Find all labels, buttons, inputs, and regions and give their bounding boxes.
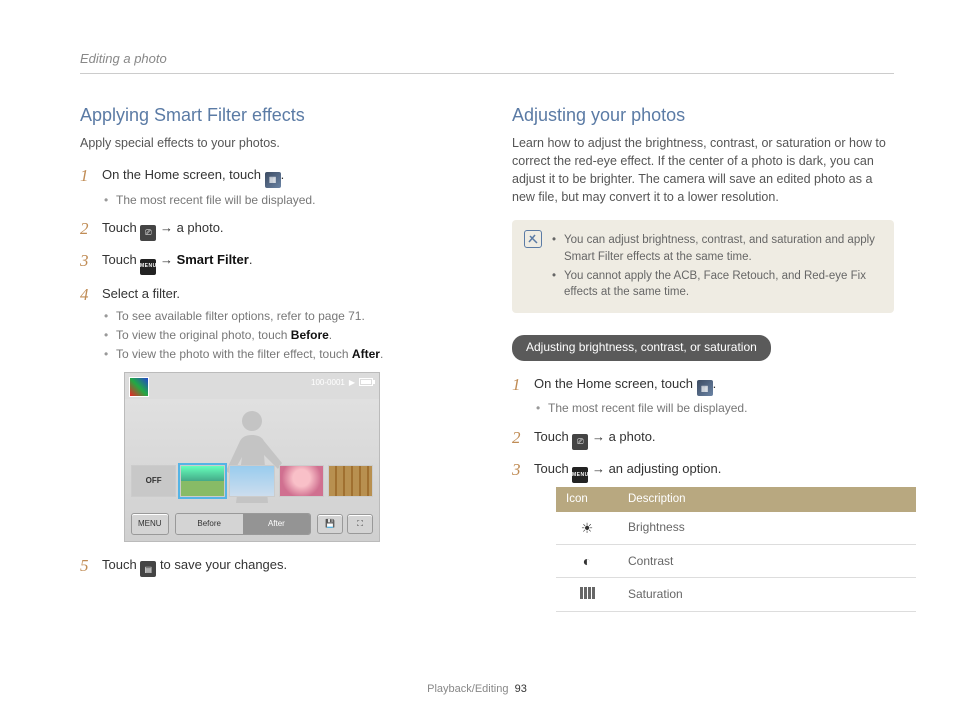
thumb-selected[interactable] — [180, 465, 225, 497]
filter-thumbnail-strip: OFF — [131, 465, 373, 497]
r-step-3: Touch MENU → an adjusting option. Icon D… — [512, 460, 894, 612]
row-brightness: Brightness — [618, 512, 916, 545]
thumb-4[interactable] — [328, 465, 373, 497]
face-button[interactable]: ⛶ — [347, 514, 373, 534]
menu-button[interactable]: MENU — [131, 513, 169, 535]
step-2-after: a photo. — [177, 220, 224, 235]
camera-screen-mockup: 100-0001 ▶ OFF — [124, 372, 380, 542]
page-number: 93 — [515, 683, 527, 695]
share-icon: ⎚ — [140, 225, 156, 241]
step-4: Select a filter. To see available filter… — [80, 285, 462, 542]
note-line-2: You cannot apply the ACB, Face Retouch, … — [552, 268, 882, 301]
step-4-bullet-2: To view the original photo, touch Before… — [102, 327, 462, 344]
page-footer: Playback/Editing 93 — [0, 682, 954, 698]
left-intro: Apply special effects to your photos. — [80, 134, 462, 152]
arrow-icon: → — [160, 220, 173, 235]
arrow-icon: → — [160, 252, 177, 267]
right-heading: Adjusting your photos — [512, 102, 894, 128]
info-note: You can adjust brightness, contrast, and… — [512, 220, 894, 313]
r-step-1-bullet: The most recent file will be displayed. — [534, 400, 894, 417]
menu-icon: MENU — [572, 467, 588, 483]
step-4-bullet-1: To see available filter options, refer t… — [102, 308, 462, 325]
r-step-2-after: a photo. — [609, 429, 656, 444]
note-line-1: You can adjust brightness, contrast, and… — [552, 232, 882, 265]
menu-icon: MENU — [140, 259, 156, 275]
step-3-bold: Smart Filter — [177, 252, 249, 267]
saturation-icon — [556, 578, 618, 611]
arrow-icon: → — [592, 461, 605, 476]
arrow-icon: → — [592, 429, 605, 444]
after-tab[interactable]: After — [243, 514, 310, 534]
step-3: Touch MENU → Smart Filter. — [80, 251, 462, 275]
th-icon: Icon — [556, 487, 618, 512]
share-icon: ⎚ — [572, 434, 588, 450]
step-4-text: Select a filter. — [102, 286, 180, 301]
thumb-2[interactable] — [229, 465, 274, 497]
camera-top-bar: 100-0001 ▶ — [311, 377, 373, 389]
thumb-off[interactable]: OFF — [131, 465, 176, 497]
album-icon: ▦ — [697, 380, 713, 396]
r-step-1-text: On the Home screen, touch — [534, 376, 697, 391]
row-contrast: Contrast — [618, 545, 916, 578]
r-step-2-before: Touch — [534, 429, 572, 444]
b2-pre: To view the original photo, touch — [116, 328, 291, 342]
breadcrumb-title: Editing a photo — [80, 50, 894, 69]
step-2-before: Touch — [102, 220, 140, 235]
left-heading: Applying Smart Filter effects — [80, 102, 462, 128]
step-1-text: On the Home screen, touch — [102, 167, 265, 182]
save-button[interactable]: 💾 — [317, 514, 343, 534]
row-saturation: Saturation — [618, 578, 916, 611]
thumb-3[interactable] — [279, 465, 324, 497]
th-desc: Description — [618, 487, 916, 512]
r-step-3-before: Touch — [534, 461, 572, 476]
header-rule — [80, 73, 894, 74]
left-column: Applying Smart Filter effects Apply spec… — [80, 102, 462, 622]
right-intro: Learn how to adjust the brightness, cont… — [512, 134, 894, 207]
b3-bold: After — [352, 347, 380, 361]
file-counter: 100-0001 — [311, 377, 345, 389]
subsection-pill: Adjusting brightness, contrast, or satur… — [512, 335, 771, 360]
step-5-after: to save your changes. — [160, 557, 287, 572]
camera-bottom-bar: MENU Before After 💾 ⛶ — [131, 513, 373, 535]
step-1: On the Home screen, touch ▦. The most re… — [80, 166, 462, 209]
footer-section: Playback/Editing — [427, 683, 508, 695]
step-5-before: Touch — [102, 557, 140, 572]
step-1-bullet: The most recent file will be displayed. — [102, 192, 462, 209]
battery-icon — [359, 378, 373, 386]
b3-pre: To view the photo with the filter effect… — [116, 347, 352, 361]
play-icon: ▶ — [349, 377, 355, 389]
before-after-toggle[interactable]: Before After — [175, 513, 311, 535]
b2-bold: Before — [291, 328, 329, 342]
r-step-3-after: an adjusting option. — [609, 461, 722, 476]
palette-icon — [129, 377, 149, 397]
info-icon — [524, 230, 542, 248]
adjust-options-table: Icon Description ☀ Brightness ◐ Contrast — [556, 487, 916, 612]
step-5: Touch ▤ to save your changes. — [80, 556, 462, 578]
r-step-1: On the Home screen, touch ▦. The most re… — [512, 375, 894, 418]
step-2: Touch ⎚ → a photo. — [80, 219, 462, 241]
before-tab[interactable]: Before — [176, 514, 243, 534]
r-step-2: Touch ⎚ → a photo. — [512, 428, 894, 450]
save-icon: ▤ — [140, 561, 156, 577]
right-column: Adjusting your photos Learn how to adjus… — [512, 102, 894, 622]
contrast-icon: ◐ — [556, 545, 618, 578]
step-3-before: Touch — [102, 252, 140, 267]
album-icon: ▦ — [265, 172, 281, 188]
step-4-bullet-3: To view the photo with the filter effect… — [102, 346, 462, 363]
brightness-icon: ☀ — [556, 512, 618, 545]
